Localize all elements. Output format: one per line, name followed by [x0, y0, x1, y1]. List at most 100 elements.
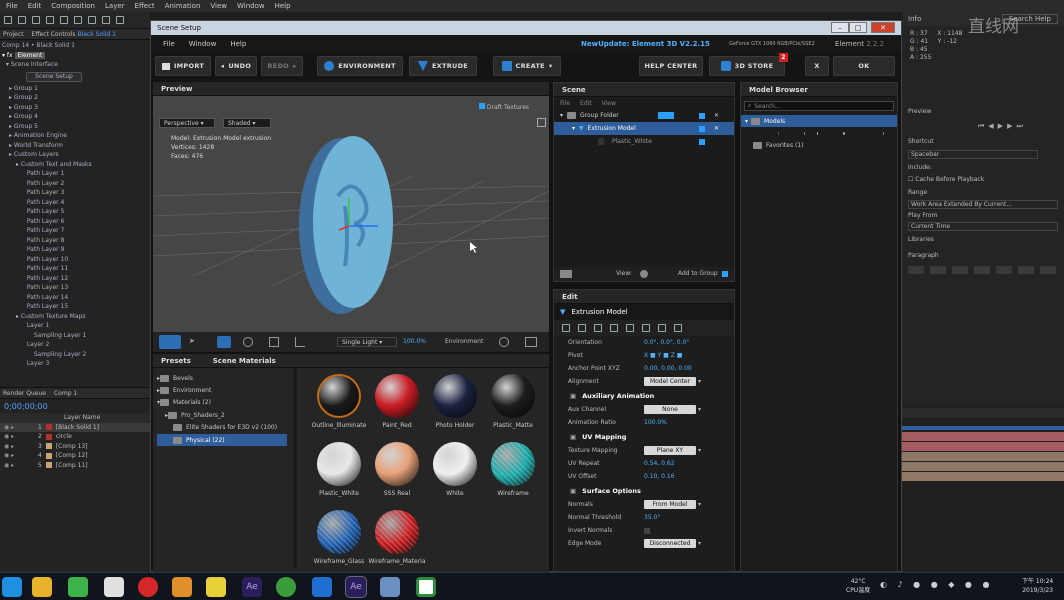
cancel-x-button[interactable]: X — [805, 56, 829, 76]
environment-button[interactable]: ENVIRONMENT — [317, 56, 403, 76]
app-icon-8[interactable] — [416, 577, 436, 597]
effect-tree-item[interactable]: Path Layer 14 — [2, 293, 150, 303]
dialog-menu-file[interactable]: File — [163, 40, 175, 48]
paragraph-align-icons[interactable] — [908, 266, 1056, 274]
effect-tree-item[interactable]: Path Layer 7 — [2, 226, 150, 236]
effect-tree-item[interactable]: Path Layer 3 — [2, 188, 150, 198]
orientation-value[interactable]: 0.0°, 0.0°, 0.0° — [644, 339, 689, 346]
import-button[interactable]: IMPORT — [155, 56, 211, 76]
preset-folder-pro-shaders[interactable]: ▸ Pro_Shaders_2 — [157, 409, 287, 421]
pivot-value[interactable]: X ■ Y ■ Z ■ — [644, 352, 682, 359]
layer-row[interactable]: ◉ ▸ 2 circle — [0, 432, 150, 442]
anchor-point-xyz-value[interactable]: 0.00, 0.00, 0.00 — [644, 365, 692, 372]
add-folder-icon[interactable] — [560, 270, 572, 278]
preset-folder-bevels[interactable]: ▸ Bevels — [157, 372, 287, 384]
edit-section-edit-uv-title[interactable]: ▣ UV Mapping — [554, 429, 734, 444]
minimize-button[interactable]: – — [831, 22, 849, 33]
preset-folder-environment[interactable]: ▸ Environment — [157, 384, 287, 396]
effect-tree-item[interactable]: Layer 3 — [2, 359, 150, 369]
paragraph-tab[interactable]: Paragraph — [908, 252, 939, 259]
chrome-icon[interactable] — [276, 577, 296, 597]
range-select[interactable]: Work Area Extended By Current... — [908, 200, 1058, 209]
pen-tool-icon[interactable] — [102, 16, 110, 24]
select-arrow-icon[interactable]: ➤ — [189, 337, 199, 347]
material-plastic-white[interactable]: Plastic_White — [309, 442, 369, 497]
timecode[interactable]: 0;00;00;00 — [0, 399, 150, 413]
material-plastic-matte[interactable]: Plastic_Matte — [483, 374, 543, 429]
rotate-icon[interactable] — [243, 337, 253, 347]
camera-icon[interactable] — [159, 335, 181, 349]
ok-button[interactable]: OK — [833, 56, 895, 76]
invert-normals-checkbox[interactable] — [644, 527, 650, 534]
effect-tree-item[interactable]: ▸ Group 5 — [2, 122, 150, 132]
tray-icons[interactable]: ◐ ♪ ● ● ◆ ● ● — [880, 580, 993, 589]
3d-viewport[interactable]: Perspective ▾ Shaded ▾ Draft Textures Mo… — [153, 96, 549, 332]
effect-tree-item[interactable]: ▸ World Transform — [2, 141, 150, 151]
aux-channel-select[interactable]: None — [644, 405, 696, 414]
after-effects-icon[interactable]: Ae — [242, 577, 262, 597]
effect-tree-item[interactable]: Path Layer 12 — [2, 274, 150, 284]
help-center-button[interactable]: HELP CENTER — [639, 56, 703, 76]
hand-tool-icon[interactable] — [18, 16, 26, 24]
model-folder[interactable]: Valentines_Pack (70) — [884, 127, 897, 139]
effect-tree-item[interactable]: Sampling Layer 2 — [2, 350, 150, 360]
undo-button[interactable]: ◂ UNDO — [215, 56, 257, 76]
group-color-swatch[interactable] — [658, 112, 674, 119]
group-visibility-toggle[interactable] — [699, 112, 705, 119]
info-tab[interactable]: Info — [908, 15, 921, 23]
screen-icon[interactable] — [525, 337, 537, 347]
redo-button[interactable]: REDO ▸ — [261, 56, 303, 76]
start-button-icon[interactable] — [2, 577, 22, 597]
menu-file[interactable]: File — [6, 2, 18, 10]
app-icon-3[interactable] — [104, 577, 124, 597]
scene-model-extrusion[interactable]: ▾ ▼ Extrusion Model ✕ — [554, 122, 734, 135]
effect-tree-item[interactable]: Path Layer 6 — [2, 217, 150, 227]
uv-repeat-value[interactable]: 0.54, 0.62 — [644, 460, 675, 467]
app-icon-4[interactable] — [138, 577, 158, 597]
model-remove-icon[interactable]: ✕ — [714, 125, 719, 132]
close-window-button[interactable]: ✕ — [871, 22, 895, 33]
model-search-input[interactable]: ⌕ Search... — [744, 101, 894, 111]
effect-tree-item[interactable]: Path Layer 1 — [2, 169, 150, 179]
extruded-coin-model[interactable] — [313, 136, 393, 308]
tab-scene-materials[interactable]: Scene Materials — [213, 357, 276, 365]
menu-window[interactable]: Window — [237, 2, 265, 10]
tab-project[interactable]: Project — [3, 31, 24, 38]
effect-tree-item[interactable]: Path Layer 15 — [2, 302, 150, 312]
dialog-menu-help[interactable]: Help — [230, 40, 246, 48]
layer-row[interactable]: ◉ ▸ 3 [Comp 13] — [0, 442, 150, 452]
effect-tree-item[interactable]: ▸ Group 3 — [2, 103, 150, 113]
alignment-select[interactable]: Model Center — [644, 377, 696, 386]
model-folder[interactable]: Starter_Pack_Physical (47) — [858, 127, 871, 139]
shortcut-select[interactable]: Spacebar — [908, 150, 1038, 159]
model-folder[interactable]: ▸ Metropolitan — [767, 127, 780, 139]
scene-interface[interactable]: ▾ Scene Interface — [2, 60, 150, 70]
group-remove-icon[interactable]: ✕ — [714, 112, 719, 119]
texture-mapping-select[interactable]: Plane XY — [644, 446, 696, 455]
edit-section-edit-aux-title[interactable]: ▣ Auxiliary Animation — [554, 388, 734, 403]
material-wireframe[interactable]: Wireframe — [483, 442, 543, 497]
after-effects-active-icon[interactable]: Ae — [345, 576, 367, 598]
scale-icon[interactable] — [269, 337, 279, 347]
menu-layer[interactable]: Layer — [105, 2, 125, 10]
model-folder[interactable]: Money_Casino (108) — [779, 127, 792, 139]
effect-tree-item[interactable]: ▸ Group 2 — [2, 93, 150, 103]
create-button[interactable]: CREATE ▾ — [493, 56, 561, 76]
app-icon-6[interactable] — [206, 577, 226, 597]
effect-tree-item[interactable]: Path Layer 10 — [2, 255, 150, 265]
layer-row[interactable]: ◉ ▸ 5 [Comp 11] — [0, 461, 150, 471]
material-wireframe-glass[interactable]: Wireframe_Glass — [309, 510, 369, 565]
light-intensity[interactable]: 100.0% — [403, 338, 426, 345]
app-icon-2[interactable] — [68, 577, 88, 597]
3d-store-button[interactable]: 3D STORE 2 — [709, 53, 788, 76]
material-wireframe-materia[interactable]: Wireframe_Materia — [367, 510, 427, 565]
effect-tree-item[interactable]: Path Layer 4 — [2, 198, 150, 208]
menu-help[interactable]: Help — [275, 2, 291, 10]
maximize-button[interactable]: □ — [849, 22, 867, 33]
add-group-toggle[interactable] — [722, 271, 728, 277]
model-folder[interactable]: ▸ Element 3D手机模型包 Mobile Phone Pa — [831, 127, 845, 139]
cache-checkbox[interactable]: ☐ Cache Before Playback — [908, 176, 984, 183]
material-sss-real[interactable]: SSS Real — [367, 442, 427, 497]
edit-tab-material-icon[interactable] — [626, 324, 634, 332]
material-white[interactable]: White — [425, 442, 485, 497]
